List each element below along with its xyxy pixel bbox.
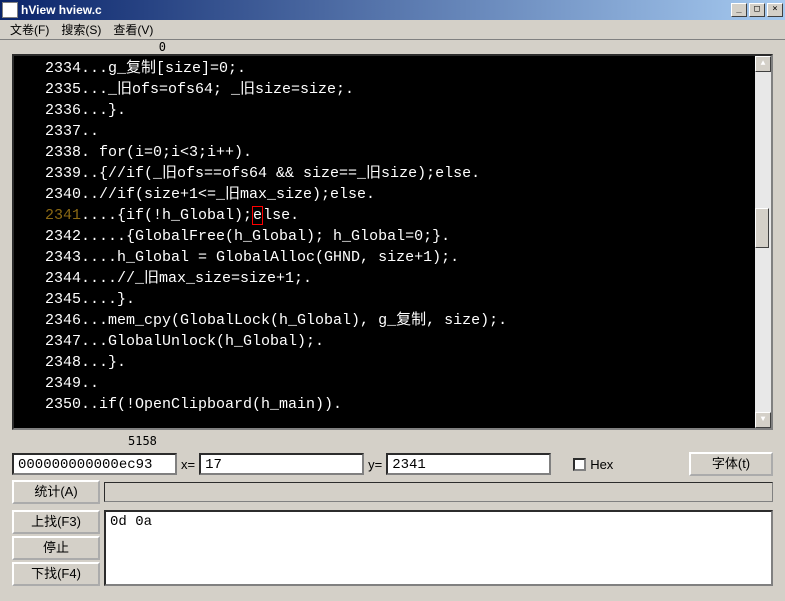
- code-line[interactable]: 2348...}.: [18, 352, 751, 373]
- minimize-button[interactable]: _: [731, 3, 747, 17]
- line-number: 2337: [18, 123, 81, 140]
- code-line[interactable]: 2339..{//if(_旧ofs==ofs64 && size==_旧size…: [18, 163, 751, 184]
- x-label: x=: [181, 457, 195, 472]
- code-line[interactable]: 2335..._旧ofs=ofs64; _旧size=size;.: [18, 79, 751, 100]
- window-title: hView hview.c: [21, 3, 729, 17]
- code-line[interactable]: 2349..: [18, 373, 751, 394]
- line-number: 2344: [18, 270, 81, 287]
- line-number: 2346: [18, 312, 81, 329]
- maximize-button[interactable]: □: [749, 3, 765, 17]
- code-line[interactable]: 2346...mem_cpy(GlobalLock(h_Global), g_复…: [18, 310, 751, 331]
- find-down-button[interactable]: 下找(F4): [12, 562, 100, 586]
- line-number: 2345: [18, 291, 81, 308]
- line-number: 2339: [18, 165, 81, 182]
- line-number: 2338: [18, 144, 81, 161]
- scroll-down-arrow[interactable]: ▼: [755, 412, 771, 428]
- ruler-top: 0: [0, 40, 785, 54]
- line-number: 2347: [18, 333, 81, 350]
- search-textarea[interactable]: 0d 0a: [104, 510, 773, 586]
- line-number: 2335: [18, 81, 81, 98]
- code-editor[interactable]: 2334...g_复制[size]=0;. 2335..._旧ofs=ofs64…: [12, 54, 773, 430]
- text-cursor: e: [252, 206, 263, 225]
- line-number: 2334: [18, 60, 81, 77]
- code-line[interactable]: 2341....{if(!h_Global);else.: [18, 205, 751, 226]
- code-line[interactable]: 2345....}.: [18, 289, 751, 310]
- code-line[interactable]: 2350..if(!OpenClipboard(h_main)).: [18, 394, 751, 415]
- font-button[interactable]: 字体(t): [689, 452, 773, 476]
- offset-field[interactable]: 000000000000ec93: [12, 453, 177, 475]
- hex-label: Hex: [590, 457, 613, 472]
- menu-search[interactable]: 搜索(S): [55, 19, 107, 40]
- scroll-thumb[interactable]: [755, 208, 769, 248]
- line-number: 2341: [18, 207, 81, 224]
- stat-button[interactable]: 统计(A): [12, 480, 100, 504]
- code-line[interactable]: 2342.....{GlobalFree(h_Global); h_Global…: [18, 226, 751, 247]
- find-up-button[interactable]: 上找(F3): [12, 510, 100, 534]
- code-line[interactable]: 2347...GlobalUnlock(h_Global);.: [18, 331, 751, 352]
- line-number: 2342: [18, 228, 81, 245]
- code-line[interactable]: 2344....//_旧max_size=size+1;.: [18, 268, 751, 289]
- scroll-track[interactable]: [755, 72, 771, 412]
- scroll-up-arrow[interactable]: ▲: [755, 56, 771, 72]
- code-line[interactable]: 2340..//if(size+1<=_旧max_size);else.: [18, 184, 751, 205]
- code-line[interactable]: 2334...g_复制[size]=0;.: [18, 58, 751, 79]
- app-icon: [2, 2, 18, 18]
- line-number: 2348: [18, 354, 81, 371]
- stop-button[interactable]: 停止: [12, 536, 100, 560]
- line-number: 2336: [18, 102, 81, 119]
- stat-output[interactable]: [104, 482, 773, 502]
- hex-checkbox[interactable]: [573, 458, 586, 471]
- line-number: 2343: [18, 249, 81, 266]
- menu-file[interactable]: 文卷(F): [4, 19, 55, 40]
- ruler-bottom: 5158: [0, 434, 785, 448]
- code-line[interactable]: 2343....h_Global = GlobalAlloc(GHND, siz…: [18, 247, 751, 268]
- y-label: y=: [368, 457, 382, 472]
- title-bar: hView hview.c _ □ ×: [0, 0, 785, 20]
- close-button[interactable]: ×: [767, 3, 783, 17]
- menu-view[interactable]: 查看(V): [107, 19, 159, 40]
- line-number: 2349: [18, 375, 81, 392]
- ruler-value-bottom: 5158: [128, 434, 157, 448]
- menu-bar: 文卷(F) 搜索(S) 查看(V): [0, 20, 785, 40]
- code-line[interactable]: 2336...}.: [18, 100, 751, 121]
- code-line[interactable]: 2338. for(i=0;i<3;i++).: [18, 142, 751, 163]
- vertical-scrollbar[interactable]: ▲ ▼: [755, 56, 771, 428]
- line-number: 2340: [18, 186, 81, 203]
- ruler-value-top: 0: [0, 40, 170, 54]
- y-field[interactable]: 2341: [386, 453, 551, 475]
- code-line[interactable]: 2337..: [18, 121, 751, 142]
- x-field[interactable]: 17: [199, 453, 364, 475]
- line-number: 2350: [18, 396, 81, 413]
